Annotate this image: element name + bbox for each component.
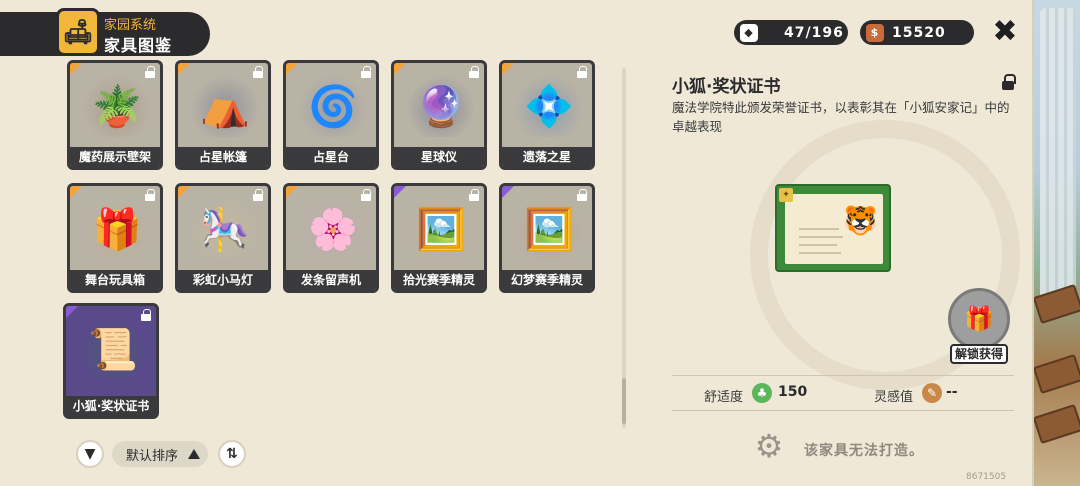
furniture-thumbnail: 💠 <box>514 75 584 137</box>
certificate-line <box>799 228 839 230</box>
background-pillar <box>1040 8 1076 308</box>
background-plank <box>1032 403 1080 445</box>
comfort-value: 150 <box>778 384 808 400</box>
furniture-name: 拾光赛季精灵 <box>394 270 484 290</box>
furniture-name: 遗落之星 <box>502 147 592 167</box>
comfort-icon: ♣ <box>752 383 772 403</box>
user-id: 8671505 <box>966 472 1007 482</box>
inspiration-value: -- <box>946 384 958 400</box>
furniture-name: 发条留声机 <box>286 270 376 290</box>
furniture-thumbnail: 🖼️ <box>406 198 476 260</box>
furniture-card[interactable]: 🪴 魔药展示壁架 <box>67 60 163 170</box>
furniture-thumbnail: 🔮 <box>406 75 476 137</box>
furniture-card[interactable]: 📜 小狐·奖状证书 <box>63 303 159 419</box>
system-subtitle: 家园系统 <box>104 18 157 33</box>
detail-description: 魔法学院特此颁发荣誉证书，以表彰其在「小狐安家记」中的卓越表现 <box>672 100 1010 134</box>
rarity-corner <box>502 186 514 198</box>
currency-counter: $ 15520 <box>860 20 974 45</box>
furniture-card[interactable]: 🔮 星球仪 <box>391 60 487 170</box>
rarity-corner <box>394 63 406 75</box>
rarity-corner <box>286 186 298 198</box>
currency-amount: 15520 <box>892 24 946 41</box>
furniture-thumbnail: 📜 <box>78 318 148 380</box>
rarity-corner <box>70 63 82 75</box>
furniture-name: 幻梦赛季精灵 <box>502 270 592 290</box>
background-plank <box>1032 353 1080 395</box>
furniture-thumbnail: 🌸 <box>298 198 368 260</box>
furniture-card[interactable]: 🎁 舞台玩具箱 <box>67 183 163 293</box>
scrollbar-track[interactable] <box>622 68 626 428</box>
filter-button[interactable]: ▼ <box>76 440 104 468</box>
furniture-card[interactable]: 🎠 彩虹小马灯 <box>175 183 271 293</box>
certificate-preview: ✦ 🐯 <box>775 184 891 272</box>
furniture-card[interactable]: 🖼️ 幻梦赛季精灵 <box>499 183 595 293</box>
furniture-thumbnail: 🎠 <box>190 198 260 260</box>
rarity-corner <box>178 186 190 198</box>
coin-bag-icon: $ <box>866 23 884 42</box>
scrollbar-thumb[interactable] <box>622 378 626 424</box>
triangle-up-icon <box>188 449 200 459</box>
certificate-line <box>799 252 841 254</box>
rarity-corner <box>66 306 78 318</box>
certificate-line <box>799 244 837 246</box>
certificate-line <box>799 236 843 238</box>
furniture-name: 彩虹小马灯 <box>178 270 268 290</box>
furniture-box-icon: ◆ <box>740 23 758 42</box>
tiger-sketch-icon: 🐯 <box>843 204 878 237</box>
collection-count: 47/196 <box>784 24 844 41</box>
comfort-label: 舒适度 <box>704 390 744 405</box>
sort-label: 默认排序 <box>126 448 179 464</box>
furniture-card[interactable]: 🖼️ 拾光赛季精灵 <box>391 183 487 293</box>
rarity-corner <box>394 186 406 198</box>
inspiration-label: 灵感值 <box>874 390 914 405</box>
craft-note: 该家具无法打造。 <box>804 443 924 459</box>
furniture-card[interactable]: 🌀 占星台 <box>283 60 379 170</box>
lock-icon <box>1002 74 1016 90</box>
rarity-corner <box>502 63 514 75</box>
collection-counter: ◆ 47/196 <box>734 20 848 45</box>
furniture-name: 魔药展示壁架 <box>70 147 160 167</box>
furniture-name: 占星帐篷 <box>178 147 268 167</box>
detail-title: 小狐·奖状证书 <box>672 77 781 97</box>
furniture-thumbnail: ⛺ <box>190 75 260 137</box>
inspiration-icon: ✎ <box>922 383 942 403</box>
filter-icon: ▼ <box>84 446 96 462</box>
rarity-corner <box>178 63 190 75</box>
furniture-thumbnail: 🖼️ <box>514 198 584 260</box>
furniture-card[interactable]: ⛺ 占星帐篷 <box>175 60 271 170</box>
furniture-card[interactable]: 🌸 发条留声机 <box>283 183 379 293</box>
background-scenery <box>1032 0 1080 486</box>
furniture-name: 舞台玩具箱 <box>70 270 160 290</box>
unlock-label[interactable]: 解锁获得 <box>950 344 1008 364</box>
close-button[interactable]: ✖ <box>990 17 1020 47</box>
rarity-corner <box>70 186 82 198</box>
furniture-thumbnail: 🌀 <box>298 75 368 137</box>
sort-swap-icon: ⇅ <box>226 446 238 462</box>
furniture-name: 占星台 <box>286 147 376 167</box>
furniture-name: 小狐·奖状证书 <box>66 396 156 416</box>
furniture-catalog-panel: 🛋 家园系统 家具图鉴 ◆ 47/196 $ 15520 ✖ 🪴 魔药展示壁架 ⛺ 占… <box>0 0 1034 486</box>
furniture-name: 星球仪 <box>394 147 484 167</box>
rarity-corner <box>286 63 298 75</box>
certificate-badge: ✦ <box>779 188 793 202</box>
unlock-gift-icon[interactable]: 🎁 <box>948 288 1010 350</box>
sort-dropdown[interactable]: 默认排序 <box>112 441 208 467</box>
furniture-thumbnail: 🎁 <box>82 198 152 260</box>
crafting-tools-icon: ⚙ <box>754 427 784 465</box>
sort-order-button[interactable]: ⇅ <box>218 440 246 468</box>
page-title: 家具图鉴 <box>104 36 173 55</box>
furniture-thumbnail: 🪴 <box>82 75 152 137</box>
sofa-icon: 🛋 <box>56 8 100 56</box>
furniture-card[interactable]: 💠 遗落之星 <box>499 60 595 170</box>
